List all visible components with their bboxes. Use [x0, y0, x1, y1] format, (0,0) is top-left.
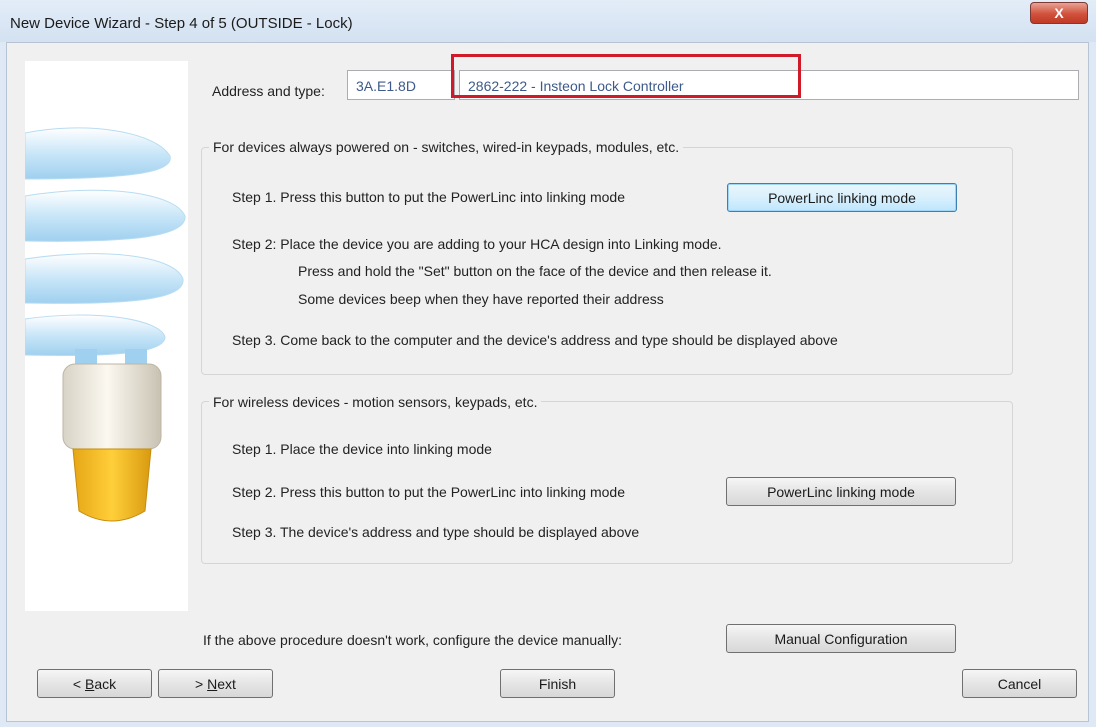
highlight-box	[451, 54, 801, 98]
wireless-powerlinc-linking-button[interactable]: PowerLinc linking mode	[726, 477, 956, 506]
window-title: New Device Wizard - Step 4 of 5 (OUTSIDE…	[10, 15, 353, 32]
wizard-window: New Device Wizard - Step 4 of 5 (OUTSIDE…	[0, 0, 1096, 727]
powered-group-title: For devices always powered on - switches…	[209, 139, 684, 155]
cancel-button[interactable]: Cancel	[962, 669, 1077, 698]
finish-button-label: Finish	[538, 675, 577, 692]
address-field[interactable]: 3A.E1.8D	[347, 70, 455, 100]
powered-step2-detail1: Press and hold the "Set" button on the f…	[298, 263, 772, 279]
manual-configuration-button-label: Manual Configuration	[774, 630, 908, 647]
manual-config-text: If the above procedure doesn't work, con…	[203, 632, 623, 648]
light-bulb-icon	[24, 127, 186, 522]
back-button-label: < Back	[72, 675, 117, 692]
bulb-illustration-panel	[24, 61, 188, 611]
powered-powerlinc-button-label: PowerLinc linking mode	[768, 189, 916, 206]
wizard-content: Address and type: 3A.E1.8D 2862-222 - In…	[6, 42, 1089, 722]
wireless-group-title: For wireless devices - motion sensors, k…	[209, 394, 542, 410]
back-button[interactable]: < Back	[37, 669, 152, 698]
cancel-button-label: Cancel	[997, 675, 1042, 692]
wireless-step2-text: Step 2. Press this button to put the Pow…	[232, 484, 626, 500]
next-button[interactable]: > Next	[158, 669, 273, 698]
close-icon: X	[1054, 5, 1064, 21]
powered-step2-detail2: Some devices beep when they have reporte…	[298, 291, 664, 307]
manual-configuration-button[interactable]: Manual Configuration	[726, 624, 956, 653]
wireless-powerlinc-button-label: PowerLinc linking mode	[767, 483, 915, 500]
powered-powerlinc-linking-button[interactable]: PowerLinc linking mode	[727, 183, 957, 212]
address-type-label: Address and type:	[212, 83, 325, 99]
finish-button[interactable]: Finish	[500, 669, 615, 698]
next-button-label: > Next	[195, 675, 236, 692]
powered-step2-text: Step 2: Place the device you are adding …	[232, 236, 722, 252]
powered-step3-text: Step 3. Come back to the computer and th…	[232, 332, 838, 348]
title-bar[interactable]: New Device Wizard - Step 4 of 5 (OUTSIDE…	[0, 0, 1096, 42]
wireless-step3-text: Step 3. The device's address and type sh…	[232, 524, 640, 540]
powered-step1-text: Step 1. Press this button to put the Pow…	[232, 189, 626, 205]
close-button[interactable]: X	[1030, 2, 1088, 24]
wireless-step1-text: Step 1. Place the device into linking mo…	[232, 441, 492, 457]
address-value: 3A.E1.8D	[356, 78, 416, 94]
